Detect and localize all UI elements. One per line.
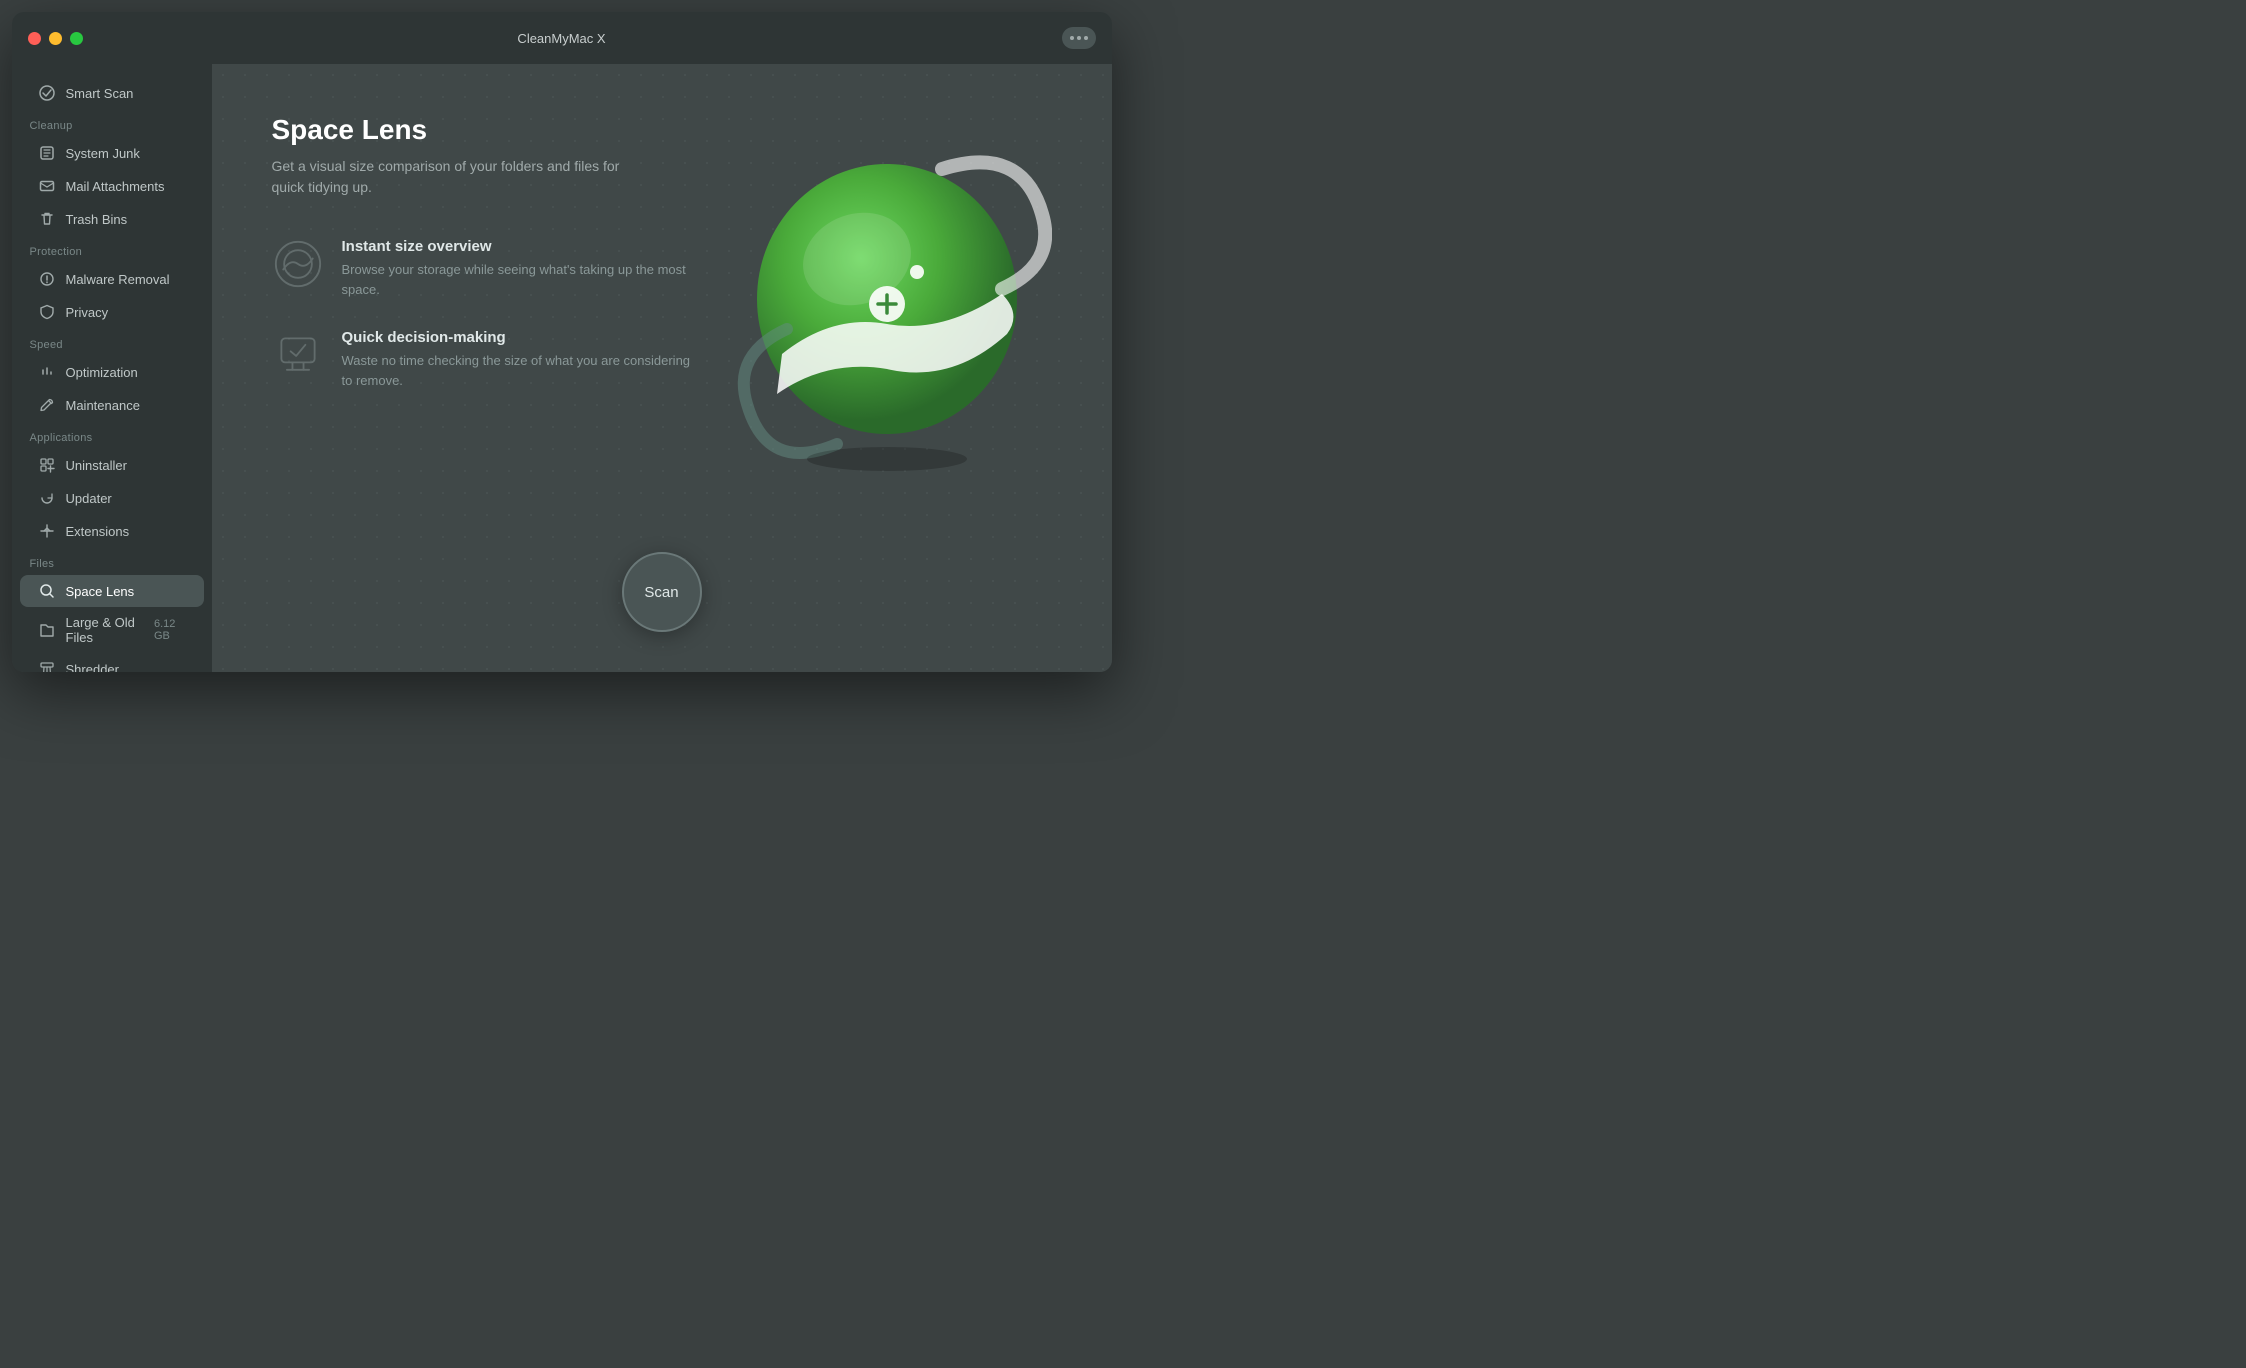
maintenance-label: Maintenance xyxy=(66,398,140,413)
close-button[interactable] xyxy=(28,32,41,45)
large-old-files-label: Large & Old Files xyxy=(66,615,144,645)
menu-dot xyxy=(1070,36,1074,40)
main-layout: Smart Scan Cleanup System Junk xyxy=(12,64,1112,672)
privacy-icon xyxy=(38,303,56,321)
smart-scan-label: Smart Scan xyxy=(66,86,134,101)
privacy-label: Privacy xyxy=(66,305,109,320)
menu-dot xyxy=(1084,36,1088,40)
updater-label: Updater xyxy=(66,491,112,506)
sidebar-item-mail-attachments[interactable]: Mail Attachments xyxy=(20,170,204,202)
sidebar-item-trash-bins[interactable]: Trash Bins xyxy=(20,203,204,235)
sidebar-item-smart-scan[interactable]: Smart Scan xyxy=(20,77,204,109)
page-subtitle: Get a visual size comparison of your fol… xyxy=(272,156,652,198)
large-old-files-icon xyxy=(38,621,56,639)
feature-item-instant-size: Instant size overview Browse your storag… xyxy=(272,238,692,299)
app-window: CleanMyMac X Smart Scan Cleanup xyxy=(12,12,1112,672)
app-title: CleanMyMac X xyxy=(517,31,605,46)
space-lens-icon xyxy=(38,582,56,600)
optimization-icon xyxy=(38,363,56,381)
quick-decision-icon-wrap xyxy=(272,329,324,381)
sidebar-item-uninstaller[interactable]: Uninstaller xyxy=(20,449,204,481)
system-junk-label: System Junk xyxy=(66,146,140,161)
scan-button[interactable]: Scan xyxy=(622,552,702,632)
menu-button[interactable] xyxy=(1062,27,1096,49)
section-protection: Protection xyxy=(12,236,212,262)
optimization-label: Optimization xyxy=(66,365,138,380)
quick-decision-icon xyxy=(274,331,322,379)
sidebar-item-maintenance[interactable]: Maintenance xyxy=(20,389,204,421)
section-cleanup: Cleanup xyxy=(12,110,212,136)
section-speed: Speed xyxy=(12,329,212,355)
feature-desc-instant-size: Browse your storage while seeing what's … xyxy=(342,260,692,299)
instant-size-icon-wrap xyxy=(272,238,324,290)
shredder-icon xyxy=(38,660,56,672)
updater-icon xyxy=(38,489,56,507)
malware-removal-label: Malware Removal xyxy=(66,272,170,287)
space-lens-label: Space Lens xyxy=(66,584,135,599)
sidebar-item-optimization[interactable]: Optimization xyxy=(20,356,204,388)
instant-size-icon xyxy=(274,240,322,288)
maximize-button[interactable] xyxy=(70,32,83,45)
sidebar-item-updater[interactable]: Updater xyxy=(20,482,204,514)
scan-button-container: Scan xyxy=(622,552,702,632)
large-old-files-badge: 6.12 GB xyxy=(154,618,186,642)
feature-desc-quick-decision: Waste no time checking the size of what … xyxy=(342,351,692,390)
system-junk-icon xyxy=(38,144,56,162)
feature-title-instant-size: Instant size overview xyxy=(342,238,692,255)
maintenance-icon xyxy=(38,396,56,414)
sidebar-item-space-lens[interactable]: Space Lens xyxy=(20,575,204,607)
uninstaller-icon xyxy=(38,456,56,474)
feature-title-quick-decision: Quick decision-making xyxy=(342,329,692,346)
page-title: Space Lens xyxy=(272,114,1112,146)
section-applications: Applications xyxy=(12,422,212,448)
section-files: Files xyxy=(12,548,212,574)
mail-attachments-label: Mail Attachments xyxy=(66,179,165,194)
sidebar-item-large-old-files[interactable]: Large & Old Files 6.12 GB xyxy=(20,608,204,652)
minimize-button[interactable] xyxy=(49,32,62,45)
trash-bins-label: Trash Bins xyxy=(66,212,128,227)
titlebar: CleanMyMac X xyxy=(12,12,1112,64)
extensions-icon xyxy=(38,522,56,540)
feature-list: Instant size overview Browse your storag… xyxy=(272,238,1112,390)
sidebar-item-extensions[interactable]: Extensions xyxy=(20,515,204,547)
malware-icon xyxy=(38,270,56,288)
menu-dot xyxy=(1077,36,1081,40)
feature-item-quick-decision: Quick decision-making Waste no time chec… xyxy=(272,329,692,390)
sidebar: Smart Scan Cleanup System Junk xyxy=(12,64,212,672)
sidebar-item-shredder[interactable]: Shredder xyxy=(20,653,204,672)
traffic-lights xyxy=(28,32,83,45)
content-area: Space Lens Get a visual size comparison … xyxy=(212,64,1112,672)
smart-scan-icon xyxy=(38,84,56,102)
feature-text-quick-decision: Quick decision-making Waste no time chec… xyxy=(342,329,692,390)
sidebar-item-privacy[interactable]: Privacy xyxy=(20,296,204,328)
trash-icon xyxy=(38,210,56,228)
sidebar-item-malware-removal[interactable]: Malware Removal xyxy=(20,263,204,295)
extensions-label: Extensions xyxy=(66,524,130,539)
feature-text-instant-size: Instant size overview Browse your storag… xyxy=(342,238,692,299)
mail-icon xyxy=(38,177,56,195)
shredder-label: Shredder xyxy=(66,662,119,673)
sidebar-item-system-junk[interactable]: System Junk xyxy=(20,137,204,169)
uninstaller-label: Uninstaller xyxy=(66,458,127,473)
